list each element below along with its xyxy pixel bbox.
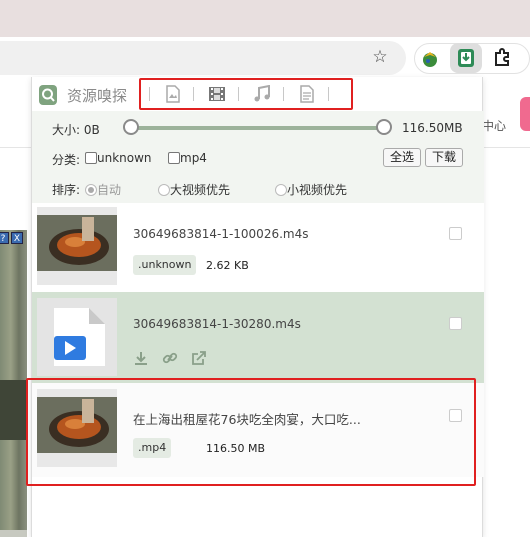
sort-auto-radio[interactable] [85, 184, 97, 196]
resource-type-tag: .unknown [133, 255, 197, 275]
resource-item-selected[interactable]: 30649683814-1-30280.m4s [32, 292, 484, 383]
sort-small-radio[interactable] [275, 184, 287, 196]
sort-option-small-first[interactable]: 小视频优先 [275, 181, 347, 198]
resource-checkbox[interactable] [449, 227, 462, 240]
category-mp4-checkbox[interactable] [168, 152, 180, 164]
filter-controls: 大小: 0B 116.50MB 分类: unknown mp4 全选 下载 排序… [32, 111, 484, 203]
sort-small-text: 小视频优先 [287, 183, 348, 197]
category-unknown-text: unknown [97, 151, 152, 165]
sort-auto-text: 自动 [97, 183, 122, 197]
tab-divider [149, 87, 150, 101]
close-icon[interactable]: X [11, 232, 23, 244]
size-label: 大小: 0B [52, 123, 100, 137]
document-tab-icon[interactable] [298, 85, 316, 103]
frame-edge [0, 530, 27, 537]
link-icon[interactable] [162, 350, 178, 366]
highlighted-mp4-item [26, 378, 476, 486]
category-mp4-text: mp4 [180, 151, 207, 165]
resource-filename[interactable]: 30649683814-1-100026.m4s [133, 227, 308, 241]
download-icon[interactable] [133, 350, 149, 366]
active-extension-button[interactable] [450, 43, 482, 73]
share-icon[interactable] [191, 350, 207, 366]
audio-tab-icon[interactable] [253, 85, 271, 103]
size-min-handle[interactable] [123, 119, 139, 135]
sort-option-auto[interactable]: 自动 [85, 181, 121, 198]
resource-filename[interactable]: 30649683814-1-30280.m4s [133, 317, 301, 331]
video-file-icon [37, 298, 117, 376]
resource-size: 2.62 KB [206, 259, 249, 272]
sort-label: 排序: [52, 183, 81, 197]
tab-divider [238, 87, 239, 101]
browser-tab-strip [0, 0, 530, 37]
food-video-thumbnail [37, 207, 117, 285]
category-unknown[interactable]: unknown [85, 151, 152, 165]
address-bar[interactable] [0, 41, 406, 75]
tab-divider [328, 87, 329, 101]
resource-item[interactable]: 30649683814-1-100026.m4s .unknown 2.62 K… [32, 203, 484, 292]
panel-title: 资源嗅探 [67, 87, 128, 105]
tab-divider [283, 87, 284, 101]
sort-option-large-first[interactable]: 大视频优先 [158, 181, 230, 198]
size-range-slider[interactable] [130, 126, 384, 130]
select-all-button[interactable]: 全选 [383, 148, 422, 167]
sort-large-text: 大视频优先 [170, 183, 231, 197]
tab-divider [193, 87, 194, 101]
size-max-label: 116.50MB [402, 121, 463, 135]
sniffer-logo-icon [39, 85, 57, 105]
video-tab-icon[interactable] [208, 85, 226, 103]
image-tab-icon[interactable] [164, 85, 182, 103]
globe-extension-icon[interactable] [420, 49, 440, 69]
page-nav-text[interactable]: 中心 [482, 117, 506, 134]
help-icon[interactable]: ? [0, 232, 9, 244]
sort-large-radio[interactable] [158, 184, 170, 196]
size-max-handle[interactable] [376, 119, 392, 135]
resource-checkbox[interactable] [449, 317, 462, 330]
panel-header: 资源嗅探 [32, 77, 484, 111]
background-video-frame: ? X [0, 230, 27, 537]
category-label: 分类: [52, 153, 81, 167]
frame-shadow [0, 380, 27, 440]
category-unknown-checkbox[interactable] [85, 152, 97, 164]
page-pink-button[interactable] [520, 97, 530, 131]
star-icon[interactable]: ☆ [371, 48, 389, 66]
download-extension-icon [458, 49, 474, 67]
download-button[interactable]: 下载 [425, 148, 464, 167]
category-mp4[interactable]: mp4 [168, 151, 207, 165]
puzzle-icon[interactable] [492, 48, 512, 68]
